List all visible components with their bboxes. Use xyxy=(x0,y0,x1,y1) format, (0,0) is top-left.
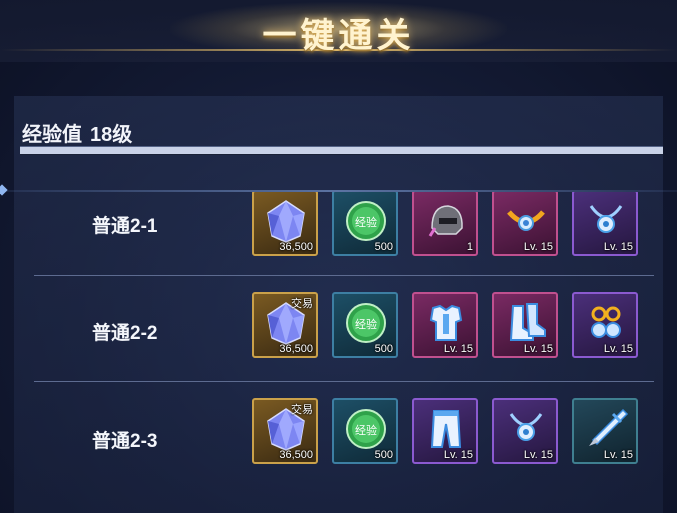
trade-tag: 交易 xyxy=(291,403,313,416)
stage-name: 普通2-2 xyxy=(92,323,158,344)
exp-progress-bar xyxy=(20,146,663,155)
stage-name: 普通2-1 xyxy=(92,216,158,237)
reward-slot-exp[interactable]: 经验 500 xyxy=(332,292,398,358)
stage-row: 普通2-2 交易 36,500 经验 500 Lv. 15 Lv. 15 Lv.… xyxy=(14,276,663,384)
stage-list[interactable]: 普通2-1 36,500 经验 500 1 Lv. 15 Lv. 15 普通2-… xyxy=(14,192,663,513)
reward-slot-exp[interactable]: 经验 500 xyxy=(332,192,398,256)
exp-progress-fill xyxy=(20,147,663,154)
stage-row: 普通2-3 交易 36,500 经验 500 Lv. 15 Lv. 15 Lv.… xyxy=(14,382,663,490)
weapon-icon xyxy=(589,408,629,446)
helmet-icon xyxy=(428,205,463,237)
belt-icon xyxy=(507,210,545,231)
reward-slot-pants[interactable]: Lv. 15 xyxy=(412,398,478,464)
reward-qty: Lv. 15 xyxy=(603,241,633,253)
reward-qty: 36,500 xyxy=(279,343,313,355)
reward-qty: Lv. 15 xyxy=(603,343,633,355)
exp-level: 18级 xyxy=(90,124,133,146)
exp-orb-icon: 经验 xyxy=(346,201,386,241)
reward-qty: 500 xyxy=(374,241,393,253)
reward-qty: Lv. 15 xyxy=(523,241,553,253)
pants-icon xyxy=(430,410,462,448)
exp-orb-icon: 经验 xyxy=(346,303,386,343)
reward-qty: 36,500 xyxy=(279,449,313,461)
exp-orb-label: 经验 xyxy=(355,317,377,331)
necklace-icon xyxy=(509,413,543,441)
reward-slot-weapon[interactable]: Lv. 15 xyxy=(572,398,638,464)
exp-orb-label: 经验 xyxy=(355,423,377,437)
reward-slot-necklace[interactable]: Lv. 15 xyxy=(572,192,638,256)
crystal-icon xyxy=(267,200,305,243)
divider-ornament-icon xyxy=(0,184,8,196)
reward-qty: Lv. 15 xyxy=(443,343,473,355)
reward-qty: 500 xyxy=(374,343,393,355)
reward-qty: Lv. 15 xyxy=(523,449,553,461)
exp-label-text: 经验值 xyxy=(22,124,82,146)
exp-orb-label: 经验 xyxy=(355,215,377,229)
reward-slot-helmet[interactable]: 1 xyxy=(412,192,478,256)
reward-slot-boots[interactable]: Lv. 15 xyxy=(492,292,558,358)
boots-icon xyxy=(509,303,546,341)
stage-row: 普通2-1 36,500 经验 500 1 Lv. 15 Lv. 15 xyxy=(14,192,663,278)
reward-qty: Lv. 15 xyxy=(603,449,633,461)
reward-slot-exp[interactable]: 经验 500 xyxy=(332,398,398,464)
trade-tag: 交易 xyxy=(291,297,313,310)
reward-slot-crystal[interactable]: 交易 36,500 xyxy=(252,398,318,464)
reward-slot-crystal[interactable]: 36,500 xyxy=(252,192,318,256)
reward-qty: Lv. 15 xyxy=(443,449,473,461)
necklace-icon xyxy=(589,205,623,233)
reward-slot-crystal[interactable]: 交易 36,500 xyxy=(252,292,318,358)
reward-qty: 36,500 xyxy=(279,241,313,253)
earring-icon xyxy=(591,306,621,338)
page-title: 一键通关 xyxy=(262,16,415,56)
reward-qty: 1 xyxy=(466,241,473,253)
reward-slot-belt[interactable]: Lv. 15 xyxy=(492,192,558,256)
reward-slot-necklace[interactable]: Lv. 15 xyxy=(492,398,558,464)
exp-orb-icon: 经验 xyxy=(346,409,386,449)
exp-label: 经验值 18级 xyxy=(22,118,132,147)
reward-slot-armor[interactable]: Lv. 15 xyxy=(412,292,478,358)
reward-qty: Lv. 15 xyxy=(523,343,553,355)
armor-icon xyxy=(429,304,463,341)
reward-qty: 500 xyxy=(374,449,393,461)
stage-name: 普通2-3 xyxy=(92,431,158,452)
reward-slot-earring[interactable]: Lv. 15 xyxy=(572,292,638,358)
